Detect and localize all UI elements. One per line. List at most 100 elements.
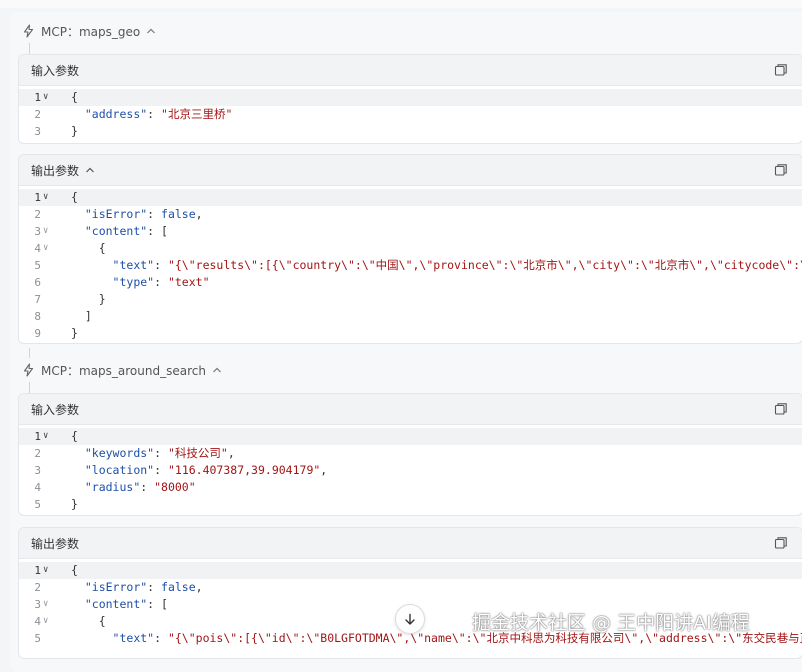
- code-line: 9}: [19, 325, 802, 342]
- code-text: {: [71, 241, 106, 255]
- code-text: "content": [: [84, 597, 168, 611]
- mcp-label: MCP：maps_geo: [41, 24, 141, 39]
- code-line: 1 ∨ {: [19, 89, 802, 106]
- arrow-down-icon: [405, 613, 415, 625]
- line-number: 8: [34, 310, 41, 323]
- code-text: "isError": false,: [84, 207, 203, 221]
- panel-header[interactable]: 输出参数: [19, 155, 802, 186]
- code-block: 1 ∨{2 "isError": false, 3 ∨ "content": [4 ∨ …: [19, 186, 802, 343]
- copy-icon[interactable]: [774, 402, 788, 416]
- copy-icon[interactable]: [774, 63, 788, 77]
- code-block: 1 ∨{2 "address": "北京三里桥" 3}: [19, 86, 802, 143]
- connector-line: [29, 382, 30, 393]
- code-line: 5 "text": "{\"results\":[{\"country\":\"…: [19, 257, 802, 274]
- code-line: 5}: [19, 496, 802, 513]
- copy-icon[interactable]: [774, 536, 788, 550]
- connector-line: [29, 43, 30, 54]
- panel-title: 输出参数: [31, 536, 80, 551]
- panel-title: 输入参数: [31, 63, 80, 78]
- code-line: 3 ∨ "content": [: [19, 223, 802, 240]
- line-number: 2: [34, 581, 41, 594]
- code-text: "text": "{\"results\":[{\"country\":\"中国…: [112, 258, 802, 272]
- copy-icon[interactable]: [774, 163, 788, 177]
- fold-chevron-icon[interactable]: ∨: [43, 428, 48, 445]
- code-line: 1 ∨ {: [19, 189, 802, 206]
- code-line: 4 ∨ {: [19, 240, 802, 257]
- line-number: 9: [34, 327, 41, 340]
- watermark: 掘金技术社区 @ 王中阳讲AI编程: [472, 612, 750, 634]
- line-number: 2: [34, 447, 41, 460]
- code-text: {: [71, 90, 78, 104]
- panel-header: 输入参数: [19, 55, 802, 86]
- code-text: }: [71, 326, 78, 340]
- line-number: 3: [34, 598, 41, 611]
- line-number: 2: [34, 208, 41, 221]
- fold-chevron-icon[interactable]: ∨: [43, 223, 48, 240]
- mcp-header-maps-geo[interactable]: MCP：maps_geo: [22, 20, 156, 42]
- code-line: 6 "type": "text": [19, 274, 802, 291]
- code-text: }: [71, 497, 78, 511]
- output-params-panel: 输出参数 1 ∨{2 "isError": false, 3 ∨ "content":…: [18, 154, 802, 344]
- line-number: 1: [34, 91, 41, 104]
- line-number: 1: [34, 564, 41, 577]
- code-block: 1 ∨{2 "keywords": "科技公司", 3 "location": "1…: [19, 425, 802, 515]
- tool-call-log: MCP：maps_geo 输入参数 1 ∨{2 "address": "北京三里桥…: [0, 0, 802, 672]
- line-number: 3: [34, 125, 41, 138]
- line-number: 2: [34, 108, 41, 121]
- mcp-header-maps-around-search[interactable]: MCP：maps_around_search: [22, 359, 222, 381]
- line-number: 7: [34, 293, 41, 306]
- line-number: 3: [34, 464, 41, 477]
- line-number: 3: [34, 225, 41, 238]
- code-line: 8 ]: [19, 308, 802, 325]
- code-line: 2 "keywords": "科技公司",: [19, 445, 802, 462]
- chevron-up-icon[interactable]: [146, 27, 156, 35]
- code-line: 1 ∨ {: [19, 562, 802, 579]
- code-text: }: [71, 124, 78, 138]
- line-number: 4: [34, 242, 41, 255]
- fold-chevron-icon[interactable]: ∨: [43, 562, 48, 579]
- line-number: 4: [34, 615, 41, 628]
- connector-line: [29, 348, 30, 358]
- lightning-icon: [23, 363, 34, 377]
- line-number: 5: [34, 259, 41, 272]
- code-line: 2 "isError": false,: [19, 579, 802, 596]
- code-text: "radius": "8000": [84, 480, 196, 494]
- code-text: "isError": false,: [84, 580, 203, 594]
- panel-header: 输出参数: [19, 528, 802, 559]
- line-number: 6: [34, 276, 41, 289]
- code-line: 2 "address": "北京三里桥": [19, 106, 802, 123]
- fold-chevron-icon[interactable]: ∨: [43, 189, 48, 206]
- fold-chevron-icon[interactable]: ∨: [43, 613, 48, 630]
- line-number: 4: [34, 481, 41, 494]
- scroll-to-bottom-button[interactable]: [395, 604, 425, 634]
- code-text: "location": "116.407387,39.904179",: [84, 463, 328, 477]
- input-params-panel: 输入参数 1 ∨{2 "address": "北京三里桥" 3}: [18, 54, 802, 144]
- code-text: ]: [71, 309, 92, 323]
- line-number: 5: [34, 498, 41, 511]
- code-line: 1 ∨ {: [19, 428, 802, 445]
- fold-chevron-icon[interactable]: ∨: [43, 240, 48, 257]
- code-text: {: [71, 563, 78, 577]
- code-line: 4 "radius": "8000": [19, 479, 802, 496]
- mcp-label: MCP：maps_around_search: [41, 363, 206, 378]
- code-text: "content": [: [84, 224, 168, 238]
- top-strip: [0, 0, 802, 8]
- code-line: 7 }: [19, 291, 802, 308]
- line-number: 1: [34, 430, 41, 443]
- code-text: "keywords": "科技公司",: [84, 446, 235, 460]
- line-number: 5: [34, 632, 41, 645]
- lightning-icon: [23, 24, 34, 38]
- fold-chevron-icon[interactable]: ∨: [43, 89, 48, 106]
- code-line: 2 "isError": false,: [19, 206, 802, 223]
- fold-chevron-icon[interactable]: ∨: [43, 596, 48, 613]
- input-params-panel: 输入参数 1 ∨{2 "keywords": "科技公司", 3 "location…: [18, 393, 802, 516]
- line-number: 1: [34, 191, 41, 204]
- code-text: "address": "北京三里桥": [84, 107, 233, 121]
- chevron-up-icon[interactable]: [212, 366, 222, 374]
- code-text: {: [71, 190, 78, 204]
- code-line: 3}: [19, 123, 802, 140]
- panel-header: 输入参数: [19, 394, 802, 425]
- code-line: 3 "location": "116.407387,39.904179",: [19, 462, 802, 479]
- panel-title: 输入参数: [31, 402, 80, 417]
- chevron-up-icon[interactable]: [85, 166, 95, 174]
